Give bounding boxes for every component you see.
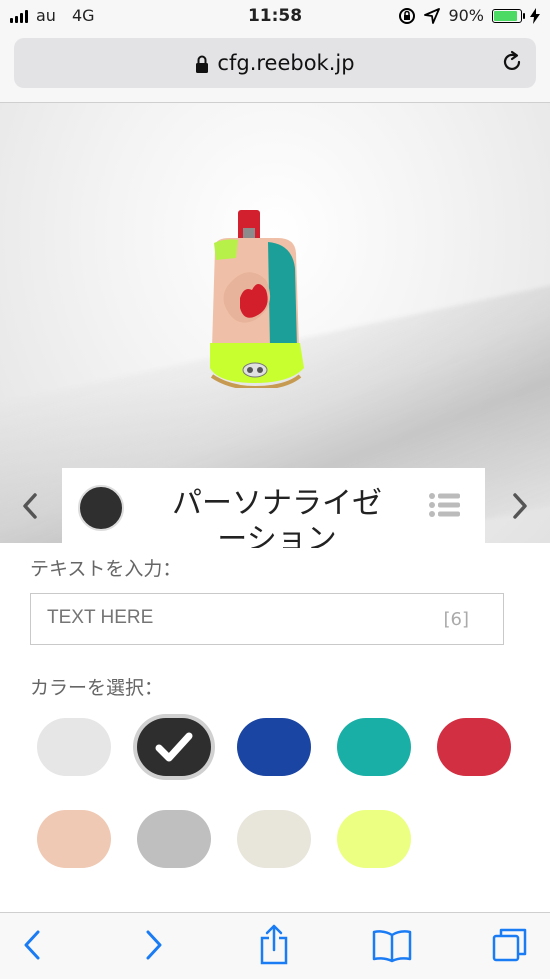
selected-color-indicator: [78, 485, 124, 531]
color-swatch-blue[interactable]: [237, 718, 311, 776]
color-swatch-teal[interactable]: [337, 718, 411, 776]
browser-chrome: cfg.reebok.jp: [0, 32, 550, 103]
text-field[interactable]: [6]: [30, 593, 504, 645]
share-icon[interactable]: [258, 923, 290, 965]
list-icon[interactable]: [428, 492, 460, 518]
browser-toolbar: [0, 912, 550, 979]
address-bar[interactable]: cfg.reebok.jp: [14, 38, 536, 88]
text-input-label: テキストを入力：: [30, 558, 182, 580]
status-bar: au 4G 11:58 90%: [0, 0, 550, 32]
bookmarks-icon[interactable]: [372, 929, 412, 963]
color-swatch-peach[interactable]: [37, 810, 111, 868]
url-text: cfg.reebok.jp: [217, 51, 355, 75]
color-select-label: カラーを選択：: [30, 677, 164, 699]
battery-icon: [492, 8, 525, 23]
forward-icon[interactable]: [142, 929, 166, 961]
back-icon[interactable]: [20, 929, 44, 961]
color-swatch-off-white[interactable]: [237, 810, 311, 868]
personalization-text-input[interactable]: [45, 606, 429, 630]
tabs-icon[interactable]: [492, 927, 528, 963]
color-swatch-light-gray[interactable]: [37, 718, 111, 776]
chevron-right-icon[interactable]: [510, 492, 530, 520]
chevron-left-icon[interactable]: [20, 492, 40, 520]
check-icon: [155, 732, 193, 762]
battery-percent: 90%: [448, 6, 484, 25]
charging-icon: [530, 7, 540, 24]
shoe-image[interactable]: [200, 208, 310, 388]
color-swatch-red[interactable]: [437, 718, 511, 776]
section-title: パーソナライゼーション: [172, 486, 382, 548]
color-swatch-gray[interactable]: [137, 810, 211, 868]
lock-icon: [196, 55, 209, 73]
char-count: [6]: [443, 609, 470, 630]
section-selector: パーソナライゼーション: [62, 468, 485, 548]
color-swatch-lime[interactable]: [337, 810, 411, 868]
color-swatch-black[interactable]: [137, 718, 211, 776]
rotation-lock-icon: [399, 7, 416, 24]
reload-icon[interactable]: [500, 50, 524, 74]
location-icon: [424, 7, 441, 24]
